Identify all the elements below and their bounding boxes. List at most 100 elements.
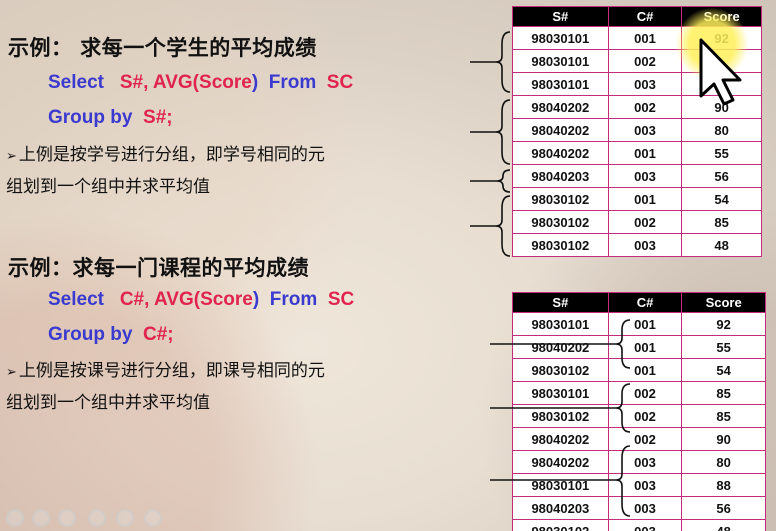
example2-sql-select: Select C#, AVG(Score) From SC <box>48 289 354 311</box>
cell-sno: 98040202 <box>512 335 609 359</box>
back-icon[interactable] <box>32 509 50 527</box>
sql-score: Score <box>199 72 252 93</box>
cell-score <box>681 72 762 96</box>
cell-cno: 002 <box>607 404 683 428</box>
example1-sql-group: Group by S#; <box>48 107 173 129</box>
cell-sno: 98040202 <box>512 141 609 165</box>
cell-cno: 002 <box>607 49 683 73</box>
cell-sno: 98040202 <box>512 450 609 474</box>
sql-fields: C#, AVG( <box>119 289 201 310</box>
playback-controls[interactable] <box>0 509 170 531</box>
cell-sno: 98030102 <box>512 358 609 382</box>
table-row: 98030101 003 88 <box>512 473 766 497</box>
cell-cno: 003 <box>607 473 683 497</box>
cell-sno: 98030102 <box>512 210 609 234</box>
table-row: 98040202 001 55 <box>512 335 766 359</box>
cell-cno: 003 <box>607 450 683 474</box>
table-row: 98040203 003 56 <box>512 164 762 188</box>
brace-group-98040203 <box>496 169 511 193</box>
cell-cno: 001 <box>607 335 683 359</box>
cell-sno: 98040203 <box>512 164 609 188</box>
bullet-icon: ➢ <box>6 149 17 164</box>
example1-note-line2: 组划到一个组中并求平均值 <box>6 177 210 197</box>
table-row: 98030102 003 48 <box>512 233 762 257</box>
cell-score: 48 <box>681 519 766 531</box>
cell-cno: 001 <box>607 141 683 165</box>
cell-score: 92 <box>681 26 762 50</box>
table-row: 98040202 002 90 <box>512 427 766 451</box>
cell-score: 55 <box>681 141 762 165</box>
cell-cno: 001 <box>607 358 683 382</box>
table-row: 98030101 001 92 <box>512 26 762 50</box>
cell-score: 90 <box>681 427 766 451</box>
cell-sno: 98030101 <box>512 473 609 497</box>
zoom-icon[interactable] <box>116 509 134 527</box>
cell-cno: 001 <box>607 187 683 211</box>
cell-score <box>681 49 762 73</box>
example1-note-line1: ➢ 上例是按学号进行分组，即学号相同的元 <box>6 140 446 172</box>
cell-cno: 003 <box>607 519 683 531</box>
example1-note: ➢ 上例是按学号进行分组，即学号相同的元 组划到一个组中并求平均值 <box>6 140 446 203</box>
table-row: 98030101 002 85 <box>512 381 766 405</box>
cell-sno: 98030102 <box>512 404 609 428</box>
bullet-icon: ➢ <box>6 365 17 380</box>
cell-score: 54 <box>681 187 762 211</box>
cell-sno: 98040202 <box>512 427 609 451</box>
sql-keyword-select: Select <box>48 72 104 93</box>
cell-cno: 001 <box>607 312 683 336</box>
prev-icon[interactable] <box>6 509 24 527</box>
example1-sql-select: Select S#, AVG(Score) From SC <box>48 72 353 94</box>
cell-sno: 98030101 <box>512 72 609 96</box>
note-text: 上例是按学号进行分组，即学号相同的元 <box>18 145 325 165</box>
table-row: 98030102 001 54 <box>512 358 766 382</box>
sql-keyword-group-by: Group by <box>48 324 133 345</box>
example2-note-line2: 组划到一个组中并求平均值 <box>6 393 210 413</box>
sql-score: Score <box>200 289 253 310</box>
menu-icon[interactable] <box>88 509 106 527</box>
example2-sql-group: Group by C#; <box>48 324 174 346</box>
cell-cno: 002 <box>607 95 683 119</box>
table-row: 98040202 003 80 <box>512 118 762 142</box>
cell-sno: 98030101 <box>512 49 609 73</box>
cell-sno: 98040202 <box>512 95 609 119</box>
table-row: 98040202 001 55 <box>512 141 762 165</box>
column-header-sno: S# <box>512 292 609 313</box>
table-row: 98030102 002 85 <box>512 210 762 234</box>
column-header-sno: S# <box>512 6 609 27</box>
cell-cno: 002 <box>607 210 683 234</box>
brace-group-98030102 <box>495 195 511 257</box>
sql-close-paren: ) <box>251 72 259 93</box>
sql-table: SC <box>326 72 354 93</box>
cell-cno: 003 <box>607 496 683 520</box>
cell-sno: 98030101 <box>512 26 609 50</box>
sql-close-paren: ) <box>252 289 260 310</box>
cell-score: 80 <box>681 118 762 142</box>
table-row: 98030101 001 92 <box>512 312 766 336</box>
cell-score: 56 <box>681 496 766 520</box>
cell-sno: 98030102 <box>512 187 609 211</box>
brace-group-98040202 <box>495 99 511 165</box>
cell-score: 85 <box>681 404 766 428</box>
cell-cno: 002 <box>607 427 683 451</box>
table-row: 98030101 002 <box>512 49 762 73</box>
sql-group-field: S#; <box>143 107 173 128</box>
cell-sno: 98040203 <box>512 496 609 520</box>
table-grouped-by-course: S# C# Score 98030101 001 92 98040202 001 55 98… <box>512 292 766 531</box>
sql-table: SC <box>327 289 355 310</box>
table-row: 98030102 002 85 <box>512 404 766 428</box>
cell-sno: 98030101 <box>512 312 609 336</box>
cell-sno: 98030102 <box>512 519 609 531</box>
table-row: 98040203 003 56 <box>512 496 766 520</box>
table-row: 98030102 003 48 <box>512 519 766 531</box>
note-text: 上例是按课号进行分组，即课号相同的元 <box>18 361 325 381</box>
play-icon[interactable] <box>58 509 76 527</box>
cell-cno: 001 <box>607 26 683 50</box>
cell-sno: 98030102 <box>512 233 609 257</box>
column-header-cno: C# <box>607 292 683 313</box>
next-icon[interactable] <box>144 509 162 527</box>
sql-fields: S#, AVG( <box>119 72 200 93</box>
table-row: 98040202 002 90 <box>512 95 762 119</box>
sql-keyword-select: Select <box>48 289 104 310</box>
sql-group-field: C#; <box>143 324 174 345</box>
cell-score: 92 <box>681 312 766 336</box>
